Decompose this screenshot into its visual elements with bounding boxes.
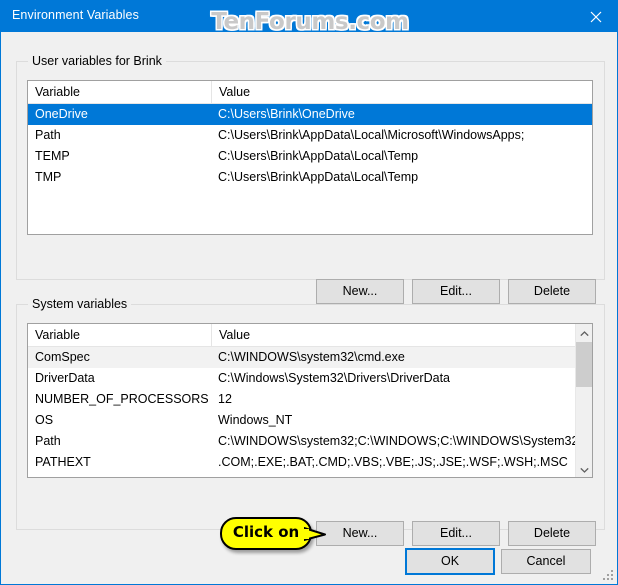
table-row[interactable]: PATHEXT .COM;.EXE;.BAT;.CMD;.VBS;.VBE;.J…: [28, 452, 592, 473]
table-row[interactable]: PROCESSOR_ARCHITECTURE AMD64: [28, 473, 592, 477]
system-delete-button[interactable]: Delete: [508, 521, 596, 546]
chevron-down-icon: [579, 460, 589, 478]
table-row[interactable]: ComSpec C:\WINDOWS\system32\cmd.exe: [28, 347, 592, 368]
callout-label: Click on: [232, 523, 300, 541]
user-edit-button[interactable]: Edit...: [412, 279, 500, 304]
click-on-callout: Click on: [220, 517, 326, 550]
system-variables-group: System variables Variable Value ComSpec …: [16, 297, 605, 530]
cell-value: C:\Windows\System32\Drivers\DriverData: [218, 371, 450, 385]
user-new-button[interactable]: New...: [316, 279, 404, 304]
table-row[interactable]: NUMBER_OF_PROCESSORS 12: [28, 389, 592, 410]
callout-tail-icon: [303, 526, 326, 542]
cell-value: C:\WINDOWS\system32;C:\WINDOWS;C:\WINDOW…: [218, 434, 592, 448]
title-bar: Environment Variables TenForums.com: [1, 1, 617, 32]
cell-value: 12: [218, 392, 232, 406]
cell-variable: NUMBER_OF_PROCESSORS: [35, 392, 209, 406]
system-list-header: Variable Value: [28, 324, 592, 347]
cell-variable: OS: [35, 413, 54, 427]
cell-variable: PATHEXT: [35, 455, 91, 469]
user-column-value[interactable]: Value: [211, 81, 592, 103]
cell-value: .COM;.EXE;.BAT;.CMD;.VBS;.VBE;.JS;.JSE;.…: [218, 455, 568, 469]
cell-value: C:\Users\Brink\AppData\Local\Temp: [218, 149, 419, 163]
dialog-body: User variables for Brink Variable Value …: [1, 32, 617, 584]
cell-value: C:\WINDOWS\system32\cmd.exe: [218, 350, 405, 364]
ok-button[interactable]: OK: [405, 548, 495, 575]
environment-variables-window: Environment Variables TenForums.com User…: [0, 0, 618, 585]
scrollbar-thumb[interactable]: [576, 342, 592, 387]
cancel-button[interactable]: Cancel: [501, 549, 591, 574]
scroll-up-button[interactable]: [576, 324, 592, 341]
system-column-value[interactable]: Value: [211, 324, 592, 346]
cell-value: C:\Users\Brink\AppData\Local\Temp: [218, 170, 419, 184]
cell-variable: DriverData: [35, 371, 95, 385]
cell-variable: Path: [35, 434, 61, 448]
cell-variable: TEMP: [35, 149, 70, 163]
cell-value: Windows_NT: [218, 413, 293, 427]
user-variables-group: User variables for Brink Variable Value …: [16, 54, 605, 280]
cell-value: C:\Users\Brink\AppData\Local\Microsoft\W…: [218, 128, 525, 142]
resize-grip[interactable]: [602, 569, 614, 581]
table-row[interactable]: TEMP C:\Users\Brink\AppData\Local\Temp: [28, 146, 592, 167]
system-column-variable[interactable]: Variable: [28, 324, 211, 346]
scroll-down-button[interactable]: [576, 460, 592, 477]
cell-variable: ComSpec: [35, 350, 90, 364]
close-button[interactable]: [573, 1, 617, 32]
table-row[interactable]: DriverData C:\Windows\System32\Drivers\D…: [28, 368, 592, 389]
system-list-scrollbar[interactable]: [575, 324, 592, 477]
cell-value: C:\Users\Brink\OneDrive: [218, 107, 355, 121]
table-row[interactable]: OS Windows_NT: [28, 410, 592, 431]
cell-variable: TMP: [35, 170, 62, 184]
system-new-button[interactable]: New...: [316, 521, 404, 546]
system-variables-list[interactable]: Variable Value ComSpec C:\WINDOWS\system…: [27, 323, 593, 478]
table-row[interactable]: OneDrive C:\Users\Brink\OneDrive: [28, 104, 592, 125]
user-variables-list[interactable]: Variable Value OneDrive C:\Users\Brink\O…: [27, 80, 593, 235]
cell-variable: OneDrive: [35, 107, 88, 121]
table-row[interactable]: Path C:\Users\Brink\AppData\Local\Micros…: [28, 125, 592, 146]
close-icon: [590, 11, 602, 23]
user-delete-button[interactable]: Delete: [508, 279, 596, 304]
system-list-body: ComSpec C:\WINDOWS\system32\cmd.exe Driv…: [28, 347, 592, 477]
user-list-body: OneDrive C:\Users\Brink\OneDrive Path C:…: [28, 104, 592, 188]
system-edit-button[interactable]: Edit...: [412, 521, 500, 546]
cell-variable: PROCESSOR_ARCHITECTURE: [28, 473, 211, 477]
system-variables-label: System variables: [28, 297, 132, 311]
cell-variable: Path: [35, 128, 61, 142]
chevron-up-icon: [579, 324, 589, 342]
cell-value: AMD64: [211, 473, 592, 477]
table-row[interactable]: Path C:\WINDOWS\system32;C:\WINDOWS;C:\W…: [28, 431, 592, 452]
user-column-variable[interactable]: Variable: [28, 81, 211, 103]
window-title: Environment Variables: [12, 8, 139, 22]
user-list-header: Variable Value: [28, 81, 592, 104]
user-variables-label: User variables for Brink: [28, 54, 166, 68]
table-row[interactable]: TMP C:\Users\Brink\AppData\Local\Temp: [28, 167, 592, 188]
